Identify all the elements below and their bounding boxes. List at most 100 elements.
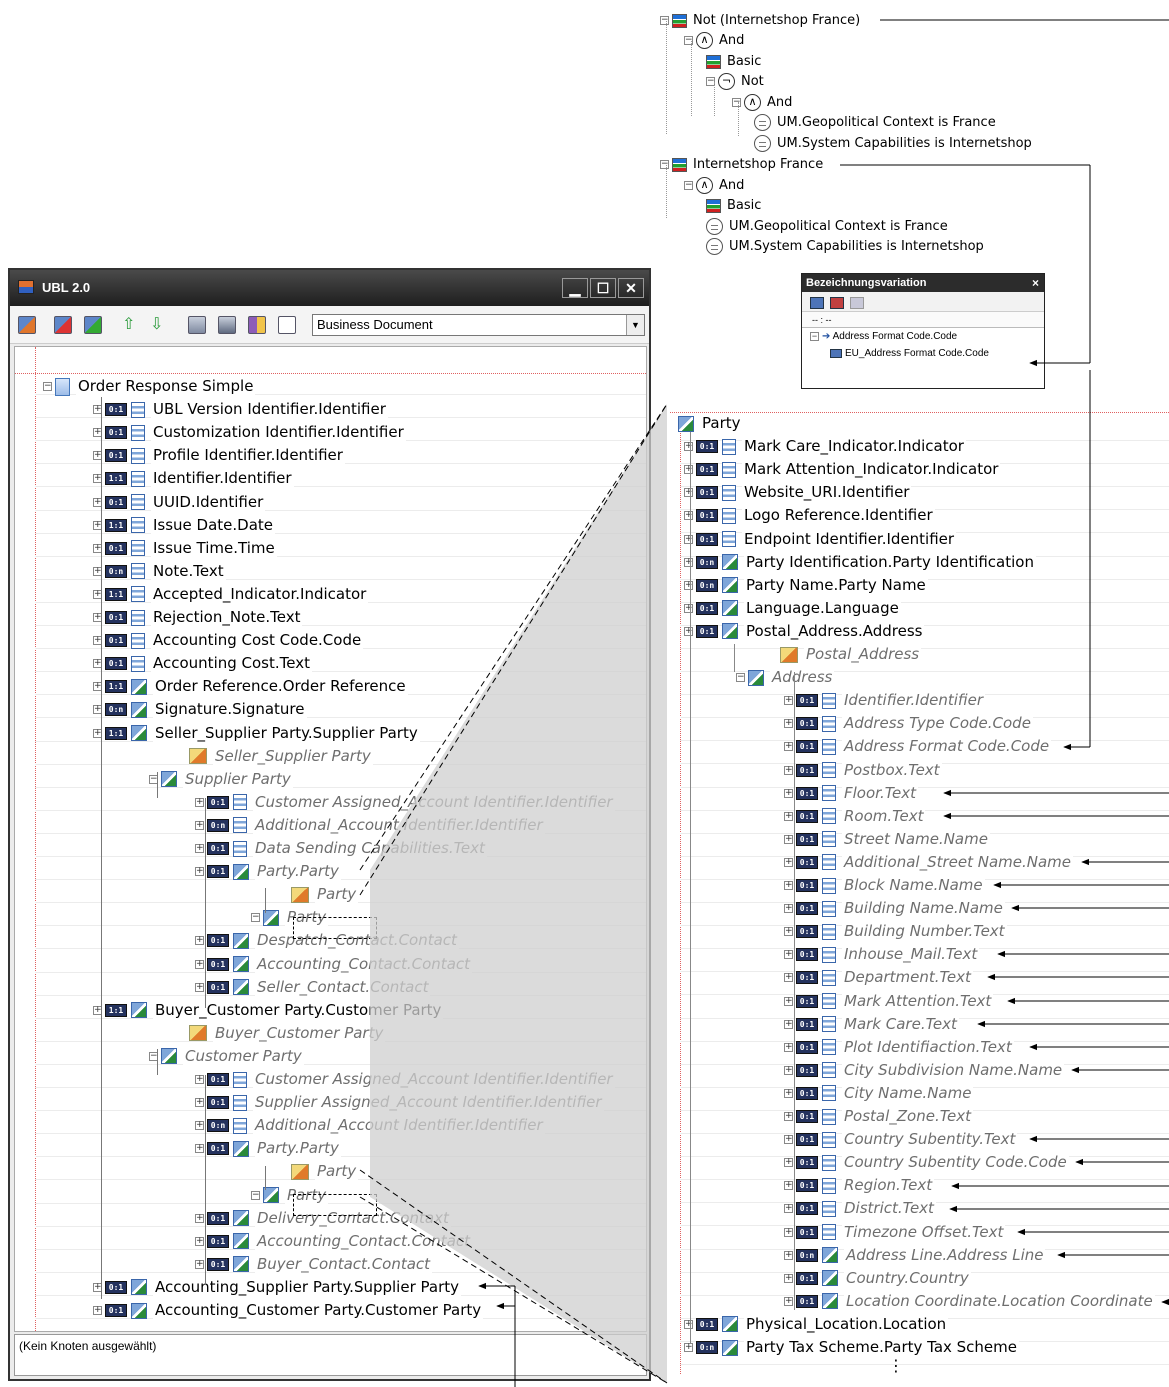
collapse-icon[interactable]: − <box>660 160 669 169</box>
tree-row[interactable]: +0:1 UUID.Identifier <box>93 491 266 514</box>
expand-icon[interactable]: + <box>684 603 693 613</box>
expand-icon[interactable]: + <box>784 1088 793 1098</box>
expand-icon[interactable]: + <box>195 1075 204 1084</box>
expand-icon[interactable]: + <box>784 881 793 890</box>
chevron-down-icon[interactable]: ▼ <box>626 315 644 335</box>
tree-node[interactable]: Party <box>678 412 743 435</box>
expand-icon[interactable]: + <box>195 1236 204 1246</box>
expand-icon[interactable]: + <box>784 927 793 937</box>
tree-row[interactable]: +0:1 Address Format Code.Code <box>784 735 1052 758</box>
expand-icon[interactable]: + <box>195 1144 204 1154</box>
tree-row[interactable]: +0:1 Accounting_Customer Party.Customer P… <box>93 1299 484 1322</box>
tree-row[interactable]: +0:1 Supplier Assigned_Account Identifier… <box>195 1091 604 1114</box>
tree-row[interactable]: +0:1 Rejection_Note.Text <box>93 606 303 629</box>
variation-item[interactable]: EU_Address Format Code.Code <box>802 345 1044 362</box>
tree-row[interactable]: +0:n Address Line.Address Line <box>784 1244 1046 1267</box>
tree-row[interactable]: +0:1 Building Name.Name <box>784 897 1005 920</box>
tree-node[interactable]: − Order Response Simple <box>43 375 256 398</box>
close-icon[interactable]: × <box>1032 274 1039 292</box>
variation-item[interactable]: − ➔ Address Format Code.Code <box>802 328 1044 345</box>
expand-icon[interactable]: + <box>684 626 693 636</box>
expand-icon[interactable]: + <box>195 1121 204 1131</box>
expand-icon[interactable]: − <box>251 913 260 923</box>
expand-icon[interactable]: + <box>784 1135 793 1145</box>
tree-row[interactable]: +0:1 Party.Party <box>195 860 341 883</box>
tree-row[interactable]: +0:1 Timezone Offset.Text <box>784 1221 1006 1244</box>
tree-row[interactable]: +0:1 Customization Identifier.Identifier <box>93 421 406 444</box>
add-variation-icon[interactable] <box>810 296 824 309</box>
tree-row[interactable]: +0:1 Identifier.Identifier <box>784 689 986 712</box>
expand-icon[interactable]: + <box>93 1306 102 1315</box>
collapse-icon[interactable]: − <box>732 98 741 107</box>
tree-row[interactable]: +0:1 Logo Reference.Identifier <box>684 504 935 527</box>
tree-row[interactable]: +0:1 Plot Identifiaction.Text <box>784 1036 1014 1059</box>
expand-icon[interactable]: + <box>784 950 793 960</box>
tree-row[interactable]: +0:n Additional_Account Identifier.Identi… <box>195 814 545 837</box>
tree-row[interactable]: +0:1 Building Number.Text <box>784 920 1007 943</box>
expand-icon[interactable]: + <box>784 1204 793 1214</box>
minimize-button[interactable]: ▁ <box>562 278 588 298</box>
expand-icon[interactable]: + <box>784 1227 793 1237</box>
tree-row[interactable]: +0:1 Street Name.Name <box>784 828 990 851</box>
tree-row[interactable]: +0:1 Country Subentity.Text <box>784 1128 1018 1151</box>
tree-row[interactable]: +0:1 Accounting_Supplier Party.Supplier P… <box>93 1276 462 1299</box>
tree-row[interactable]: +0:1 City Name.Name <box>784 1082 974 1105</box>
remove-model-icon[interactable] <box>84 316 102 334</box>
tree-row[interactable]: +0:1 Additional_Street Name.Name <box>784 851 1074 874</box>
expand-icon[interactable]: + <box>195 844 204 853</box>
tree-row[interactable]: +1:1 Accepted_Indicator.Indicator <box>93 583 369 606</box>
context-tree-row[interactable]: − Not (Internetshop France) <box>660 11 863 31</box>
context-tree-row[interactable]: UM.Geopolitical Context is France <box>754 113 998 133</box>
expand-icon[interactable]: + <box>784 696 793 706</box>
tree-row[interactable]: +0:1 Profile Identifier.Identifier <box>93 444 345 467</box>
expand-icon[interactable]: + <box>784 742 793 752</box>
tree-row[interactable]: +0:1 Accounting_Contact.Contact <box>195 953 473 976</box>
expand-icon[interactable]: + <box>684 465 693 475</box>
tree-row[interactable]: +0:1 Postbox.Text <box>784 759 942 782</box>
expand-icon[interactable]: + <box>684 442 693 452</box>
expand-icon[interactable]: + <box>195 936 204 946</box>
move-down-icon[interactable]: ⇩ <box>150 316 168 334</box>
context-tree-row[interactable]: UM.System Capabilities is Internetshop <box>754 134 1034 154</box>
tree-node[interactable]: Buyer_Customer Party <box>189 1022 386 1045</box>
tree-row[interactable]: +0:1 Accounting Cost Code.Code <box>93 629 364 652</box>
tree-row[interactable]: +0:1 Region.Text <box>784 1174 935 1197</box>
expand-icon[interactable]: + <box>684 580 693 590</box>
expand-icon[interactable]: + <box>195 820 204 830</box>
tree-row[interactable]: +0:1 Website_URI.Identifier <box>684 481 912 504</box>
expand-icon[interactable]: + <box>784 811 793 821</box>
expand-icon[interactable]: + <box>784 1158 793 1168</box>
expand-icon[interactable]: + <box>195 1259 204 1269</box>
tree-row[interactable]: +0:1 Country Subentity Code.Code <box>784 1151 1069 1174</box>
document-type-select[interactable]: Business Document ▼ <box>312 314 645 336</box>
expand-icon[interactable]: + <box>784 904 793 914</box>
tree-row[interactable]: +0:1 Mark Attention.Text <box>784 990 994 1013</box>
expand-icon[interactable]: + <box>784 1065 793 1075</box>
expand-icon[interactable]: + <box>784 788 793 798</box>
expand-icon[interactable]: + <box>784 834 793 844</box>
expand-icon[interactable]: − <box>251 1190 260 1200</box>
tree-row[interactable]: +0:1 Mark Attention_Indicator.Indicator <box>684 458 1001 481</box>
context-tree-row[interactable]: Basic <box>706 52 764 72</box>
expand-icon[interactable]: + <box>784 857 793 867</box>
tree-row[interactable]: +0:1 Inhouse_Mail.Text <box>784 943 980 966</box>
tree-row[interactable]: +0:n Signature.Signature <box>93 698 307 721</box>
expand-icon[interactable]: + <box>684 1343 693 1352</box>
tree-row[interactable]: +0:1 Data Sending Capabilities.Text <box>195 837 487 860</box>
edit-variation-icon[interactable] <box>850 296 864 309</box>
expand-icon[interactable]: + <box>784 1019 793 1029</box>
tree-row[interactable]: +0:n Additional_Account Identifier.Identi… <box>195 1114 545 1137</box>
expand-icon[interactable]: + <box>195 1098 204 1108</box>
print-preview-icon[interactable] <box>218 316 236 334</box>
add-model-icon[interactable] <box>54 316 72 334</box>
tree-row[interactable]: +0:1 Physical_Location.Location <box>684 1313 949 1336</box>
expand-icon[interactable]: + <box>684 511 693 521</box>
expand-icon[interactable]: + <box>784 1296 793 1306</box>
tree-node[interactable]: Party <box>291 1160 359 1183</box>
tree-row[interactable]: +0:1 Department.Text <box>784 966 973 989</box>
move-up-icon[interactable]: ⇧ <box>122 316 140 334</box>
maximize-button[interactable]: ☐ <box>590 278 616 298</box>
expand-icon[interactable]: + <box>195 982 204 992</box>
context-tree-row[interactable]: UM.Geopolitical Context is France <box>706 217 950 237</box>
tree-row[interactable]: +0:1 Customer Assigned_Account Identifier… <box>195 791 615 814</box>
